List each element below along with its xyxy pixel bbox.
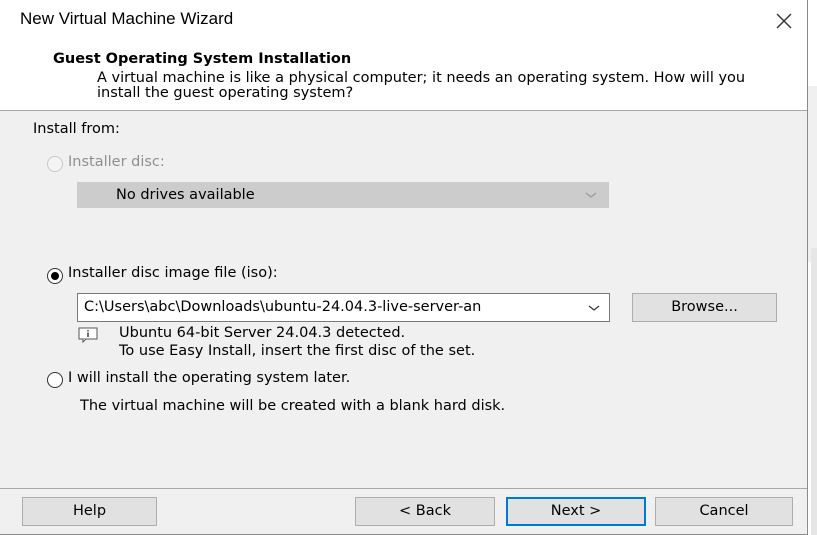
footer-divider <box>0 488 807 489</box>
iso-path-combobox[interactable]: C:\Users\abc\Downloads\ubuntu-24.04.3-li… <box>77 293 610 322</box>
installer-disc-radio[interactable] <box>47 156 63 172</box>
disc-drive-value: No drives available <box>116 187 255 203</box>
iso-path-value: C:\Users\abc\Downloads\ubuntu-24.04.3-li… <box>84 299 482 315</box>
cancel-button[interactable]: Cancel <box>655 497 793 526</box>
radio-selected-dot <box>51 272 59 280</box>
close-icon <box>776 13 792 29</box>
window-title: New Virtual Machine Wizard <box>20 9 234 28</box>
page-description: A virtual machine is like a physical com… <box>97 70 746 101</box>
chevron-down-icon <box>588 305 600 311</box>
wizard-dialog: New Virtual Machine Wizard Guest Operati… <box>0 0 808 535</box>
title-bar: New Virtual Machine Wizard <box>0 0 807 42</box>
back-button[interactable]: < Back <box>355 497 495 526</box>
next-button[interactable]: Next > <box>506 497 646 526</box>
iso-radio[interactable] <box>47 268 63 284</box>
detected-os-text: Ubuntu 64-bit Server 24.04.3 detected. <box>119 325 406 341</box>
page-title: Guest Operating System Installation <box>53 51 352 67</box>
help-button[interactable]: Help <box>22 497 157 526</box>
background-scrollbar <box>811 248 817 535</box>
install-from-label: Install from: <box>33 121 120 137</box>
close-button[interactable] <box>771 8 797 34</box>
disc-drive-dropdown[interactable]: No drives available <box>77 182 609 208</box>
chevron-down-icon <box>585 192 597 198</box>
browse-button[interactable]: Browse... <box>632 293 777 322</box>
info-icon <box>78 327 98 343</box>
background-app <box>808 0 817 535</box>
install-later-label: I will install the operating system late… <box>68 370 351 386</box>
wizard-header: Guest Operating System Installation A vi… <box>0 42 807 111</box>
installer-disc-label: Installer disc: <box>68 154 165 170</box>
background-band <box>808 86 817 262</box>
easy-install-hint: To use Easy Install, insert the first di… <box>119 343 476 359</box>
install-later-description: The virtual machine will be created with… <box>80 398 506 414</box>
iso-label: Installer disc image file (iso): <box>68 265 278 281</box>
install-later-radio[interactable] <box>47 372 63 388</box>
